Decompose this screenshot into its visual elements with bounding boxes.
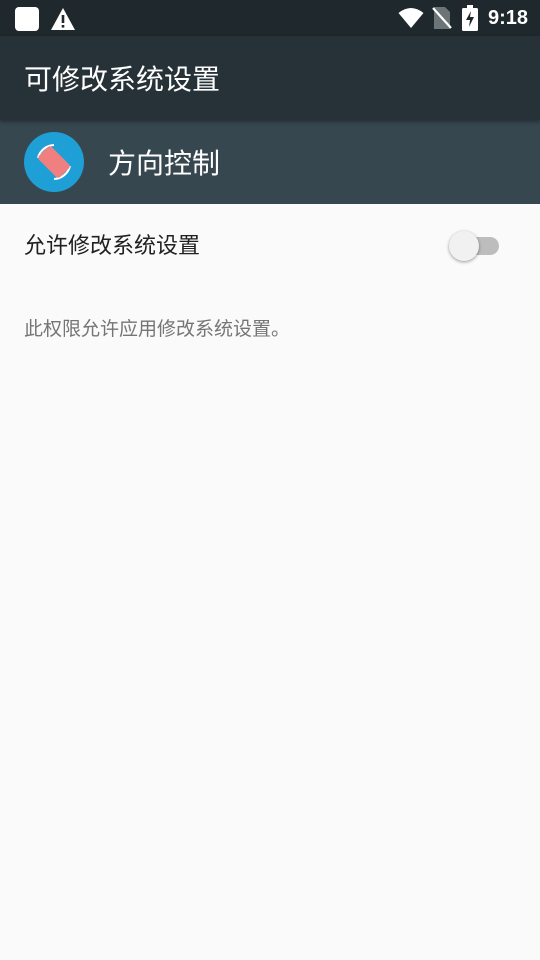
app-name: 方向控制 [108, 147, 221, 180]
screen-rotation-icon [24, 132, 84, 192]
app-header: 方向控制 [0, 120, 540, 204]
allow-modify-settings-switch[interactable] [449, 229, 503, 263]
toolbar: 可修改系统设置 [0, 36, 540, 120]
allow-modify-settings-row[interactable]: 允许修改系统设置 [0, 204, 540, 286]
notification-square-icon [14, 6, 40, 32]
permission-description: 此权限允许应用修改系统设置。 [24, 318, 291, 340]
page-title: 可修改系统设置 [24, 63, 221, 96]
no-sim-icon [432, 6, 452, 30]
status-right-icons: 9:18 [398, 5, 528, 31]
battery-charging-icon [461, 5, 478, 31]
status-time: 9:18 [487, 6, 528, 29]
status-bar: 9:18 [0, 0, 540, 36]
wifi-icon [398, 7, 424, 29]
setting-label: 允许修改系统设置 [24, 234, 201, 259]
switch-thumb [449, 231, 479, 261]
status-left-icons [14, 6, 76, 32]
warning-icon [50, 7, 76, 31]
